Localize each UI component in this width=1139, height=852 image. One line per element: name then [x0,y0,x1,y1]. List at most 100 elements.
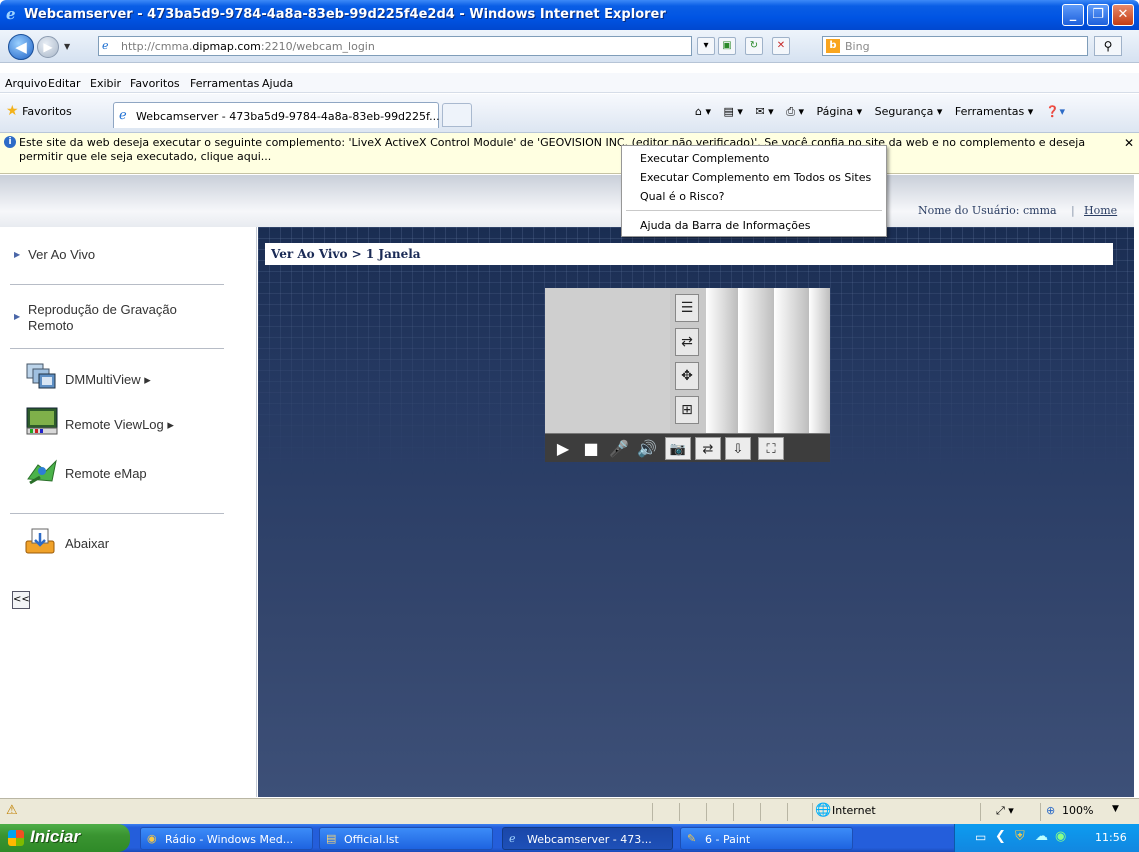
recent-pages-dropdown-icon[interactable]: ▼ [64,42,70,51]
start-button[interactable]: Iniciar [0,824,130,852]
sidebar-item-remote-viewlog[interactable]: Remote ViewLog ▸ [65,417,174,433]
tray-arrow-icon[interactable]: ❮ [995,829,1006,844]
close-icon[interactable]: ✕ [1124,136,1134,150]
menu-item-qual-o-risco[interactable]: Qual é o Risco? [640,190,724,203]
browser-tab[interactable]: ℯ Webcamserver - 473ba5d9-9784-4a8a-83eb… [113,102,440,128]
task-label: 6 - Paint [705,833,751,846]
sidebar-item-abaixar[interactable]: Abaixar [65,536,109,551]
shield-icon[interactable]: ⛨ [1015,829,1025,844]
feeds-icon[interactable]: ▤ ▾ [724,105,743,118]
menu-editar[interactable]: Editar [48,77,81,90]
home-link[interactable]: Home [1084,204,1117,217]
task-label: Official.lst [344,833,399,846]
info-bar-text[interactable]: Este site da web deseja executar o segui… [19,136,1119,164]
swap-window-icon[interactable]: ⇄ [695,437,721,460]
print-icon[interactable]: ⎙ ▾ [786,105,804,118]
menu-ajuda[interactable]: Ajuda [262,77,293,90]
info-icon: i [4,136,16,148]
swap-view-icon[interactable]: ⇄ [675,328,699,356]
forward-button[interactable]: ▶ [37,36,59,58]
keyboard-icon[interactable]: ▭ [975,830,986,844]
player-control-bar: ▶ ■ 🎤 🔊 📷 ⇄ ⇩ ⛶ [545,433,830,462]
save-icon[interactable]: ⇩ [725,437,751,460]
menu-item-executar-complemento[interactable]: Executar Complemento [640,152,769,165]
clock: 11:56 [1095,831,1127,844]
multiview-icon [26,363,56,389]
menu-favoritos[interactable]: Favoritos [130,77,180,90]
compat-view-icon[interactable]: ▣ [718,37,736,55]
information-bar[interactable]: i Este site da web deseja executar o seg… [0,133,1139,174]
status-cell [760,803,761,821]
minimize-button[interactable]: _ [1062,4,1084,26]
arrow-icon: ▶ [14,312,21,321]
mail-icon[interactable]: ✉ ▾ [755,105,773,118]
video-player: ☰ ⇄ ✥ ⊞ ▶ ■ 🎤 🔊 📷 ⇄ ⇩ ⛶ [545,288,830,462]
media-player-icon: ◉ [147,832,157,845]
menu-divider [626,210,882,211]
new-tab-button[interactable] [442,103,472,127]
sidebar-item-reproducao[interactable]: ▶ Reprodução de Gravação Remoto [14,302,214,334]
close-window-button[interactable]: ✕ [1112,4,1134,26]
task-paint[interactable]: ✎ 6 - Paint [680,827,853,850]
search-button[interactable]: ⚲ [1094,36,1122,56]
url-text[interactable]: http://cmma.dipmap.com:2210/webcam_login [121,40,375,53]
page-header: Nome do Usuário: cmma | Home [0,175,1134,227]
status-cell [652,803,653,821]
menu-bar: Arquivo Editar Exibir Favoritos Ferramen… [0,73,1139,93]
snapshot-icon[interactable]: 📷 [665,437,691,460]
task-radio[interactable]: ◉ Rádio - Windows Med... [140,827,313,850]
speaker-icon[interactable]: 🔊 [633,437,661,460]
maximize-button[interactable]: ❐ [1087,4,1109,26]
menu-exibir[interactable]: Exibir [90,77,121,90]
pagina-menu[interactable]: Página ▾ [817,105,863,118]
status-cell [733,803,734,821]
camera-list-icon[interactable]: ☰ [675,294,699,322]
emap-icon [27,459,57,485]
menu-ferramentas[interactable]: Ferramentas [190,77,259,90]
sidebar: ▶ Ver Ao Vivo ▶ Reprodução de Gravação Rem… [0,227,257,797]
play-icon[interactable]: ▶ [551,437,575,460]
zoom-level[interactable]: 100% [1062,804,1093,817]
menu-item-ajuda-barra[interactable]: Ajuda da Barra de Informações [640,219,811,232]
video-panel-strip [774,288,809,433]
ptz-icon[interactable]: ✥ [675,362,699,390]
sidebar-item-label: Ver Ao Vivo [28,247,96,262]
security-zone[interactable]: Internet [832,804,876,817]
collapse-sidebar-button[interactable]: << [12,591,30,609]
address-dropdown-button[interactable]: ▾ [697,37,715,55]
help-icon[interactable]: ❓▾ [1046,105,1065,118]
refresh-icon[interactable]: ↻ [745,37,763,55]
menu-arquivo[interactable]: Arquivo [5,77,47,90]
sidebar-item-dmmultiview[interactable]: DMMultiView ▸ [65,372,151,388]
back-button[interactable]: ◀ [8,34,34,60]
taskbar: Iniciar ◉ Rádio - Windows Med... ▤ Officia… [0,824,1139,852]
io-control-icon[interactable]: ⊞ [675,396,699,424]
ie-tab-icon: ℯ [119,108,127,123]
stop-icon[interactable]: ✕ [772,37,790,55]
task-official[interactable]: ▤ Official.lst [319,827,493,850]
favorites-button[interactable]: ★ Favoritos [6,103,72,119]
viewlog-icon [26,407,58,435]
seguranca-menu[interactable]: Segurança ▾ [875,105,943,118]
ferramentas-menu[interactable]: Ferramentas ▾ [955,105,1033,118]
menu-item-executar-todos-sites[interactable]: Executar Complemento em Todos os Sites [640,171,871,184]
video-area[interactable] [545,288,670,433]
video-panel-strip [738,288,774,433]
start-label: Iniciar [30,827,81,846]
stop-icon[interactable]: ■ [579,437,603,460]
update-icon[interactable]: ◉ [1055,829,1066,844]
microphone-icon[interactable]: 🎤 [607,437,631,460]
search-input[interactable]: b Bing [822,36,1088,56]
protected-mode-icon[interactable]: ⤢ ▾ [996,804,1014,818]
home-icon[interactable]: ⌂ ▾ [695,105,711,118]
sidebar-item-ver-ao-vivo[interactable]: ▶ Ver Ao Vivo [14,247,95,262]
zoom-dropdown-icon[interactable]: ▼ [1112,804,1119,814]
fullscreen-icon[interactable]: ⛶ [758,437,784,460]
address-input[interactable]: ℯ http://cmma.dipmap.com:2210/webcam_log… [98,36,692,56]
sidebar-item-remote-emap[interactable]: Remote eMap [65,466,147,481]
divider [10,284,224,285]
task-webcamserver[interactable]: ℯ Webcamserver - 473... [502,827,673,850]
file-icon: ▤ [326,832,337,845]
status-cell [812,803,813,821]
network-icon[interactable]: ☁ [1035,829,1048,844]
